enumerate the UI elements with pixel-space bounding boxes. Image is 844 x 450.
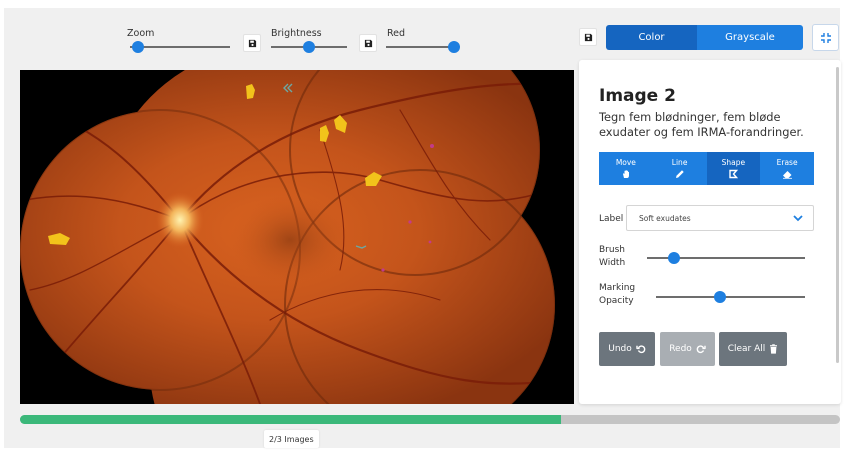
redo-icon (696, 345, 706, 354)
tool-label: Erase (776, 158, 798, 167)
undo-button[interactable]: Undo (599, 332, 655, 366)
undo-button-label: Undo (608, 344, 632, 354)
marking-opacity-slider-track[interactable] (656, 296, 805, 298)
tool-selector: Move Line Shape Erase (599, 152, 814, 185)
redo-button-label: Redo (669, 344, 692, 354)
red-label: Red (387, 28, 406, 39)
image-title: Image 2 (599, 86, 676, 106)
annotation-panel: Image 2 Tegn fem blødninger, fem bløde e… (579, 60, 841, 404)
clear-all-button[interactable]: Clear All (719, 332, 787, 366)
trash-icon (770, 344, 778, 354)
floppy-disk-icon (364, 39, 372, 47)
progress-bar-fill (20, 415, 562, 424)
floppy-disk-icon (584, 33, 592, 41)
brush-width-label-line1: Brush (599, 245, 625, 255)
undo-icon (636, 345, 646, 354)
label-select-value: Soft exudates (639, 214, 691, 223)
red-slider-track[interactable] (386, 46, 458, 48)
label-select[interactable]: Soft exudates (626, 205, 814, 231)
save-color-button[interactable] (579, 28, 597, 46)
brightness-slider-thumb[interactable] (303, 41, 315, 53)
hand-icon (622, 170, 629, 178)
progress-label: 2/3 Images (264, 430, 319, 448)
tool-shape-button[interactable]: Shape (706, 152, 761, 185)
label-field-label: Label (599, 214, 624, 224)
color-mode-grayscale-button[interactable]: Grayscale (697, 25, 803, 50)
chevron-down-icon (793, 215, 803, 222)
progress-bar (20, 415, 840, 424)
save-brightness-button[interactable] (359, 34, 377, 52)
zoom-slider-track[interactable] (130, 46, 230, 48)
pencil-icon (675, 170, 684, 178)
zoom-label: Zoom (127, 28, 155, 39)
marking-opacity-label-line2: Opacity (599, 296, 634, 306)
brush-width-label-line2: Width (599, 258, 626, 268)
floppy-disk-icon (248, 39, 256, 47)
tool-move-button[interactable]: Move (599, 152, 653, 185)
brightness-label: Brightness (271, 28, 322, 39)
red-slider-thumb[interactable] (448, 41, 461, 53)
tool-erase-button[interactable]: Erase (760, 152, 814, 185)
brush-width-label: Brush Width (599, 244, 625, 270)
redo-button[interactable]: Redo (660, 332, 715, 366)
task-instructions: Tegn fem blødninger, fem bløde exudater … (599, 110, 804, 139)
marking-opacity-label: Marking Opacity (599, 282, 635, 308)
tool-label: Move (615, 158, 636, 167)
marking-opacity-slider-thumb[interactable] (714, 291, 727, 303)
image-canvas[interactable] (20, 70, 574, 404)
brush-width-slider-thumb[interactable] (667, 252, 680, 264)
zoom-slider-thumb[interactable] (132, 41, 144, 53)
tool-label: Line (671, 158, 688, 167)
color-mode-color-button[interactable]: Color (606, 25, 697, 50)
eraser-icon (782, 171, 792, 179)
panel-scrollbar[interactable] (836, 67, 839, 363)
retina-fundus-image (20, 70, 574, 404)
save-zoom-button[interactable] (243, 34, 261, 52)
tool-label: Shape (721, 158, 746, 167)
clear-all-button-label: Clear All (727, 344, 766, 354)
fullscreen-button[interactable] (812, 24, 839, 51)
annotation-app: Zoom Brightness Red Color Grayscale Imag… (4, 8, 841, 448)
lasso-icon (729, 169, 739, 179)
marking-opacity-label-line1: Marking (599, 283, 636, 293)
compress-icon (820, 32, 831, 43)
tool-line-button[interactable]: Line (652, 152, 707, 185)
